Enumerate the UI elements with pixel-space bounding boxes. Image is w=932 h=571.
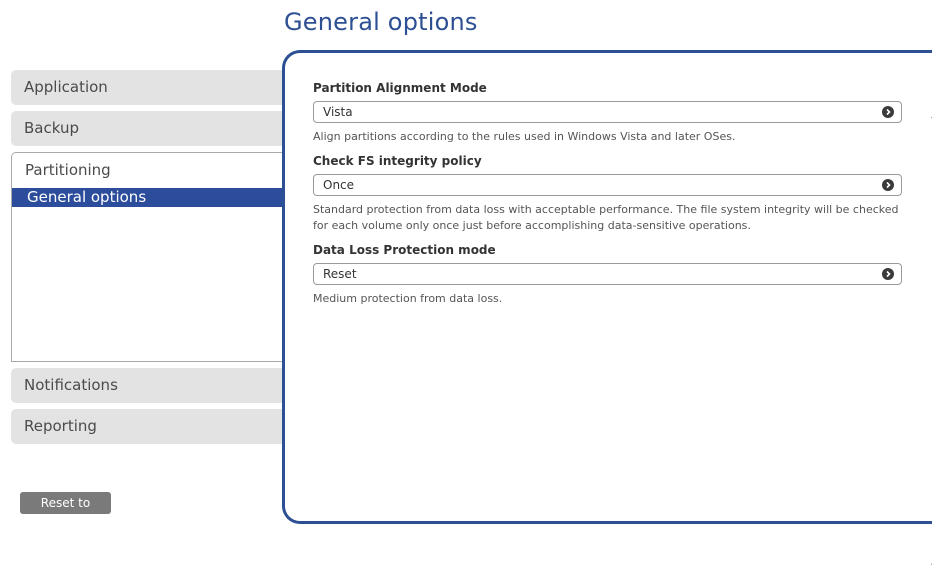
sidebar-item-notifications[interactable]: Notifications bbox=[11, 368, 283, 403]
page-title: General options bbox=[284, 8, 478, 36]
sidebar-subitem-general-options[interactable]: General options bbox=[12, 188, 283, 207]
fs-integrity-value: Once bbox=[323, 178, 355, 192]
data-loss-protection-select[interactable]: Reset bbox=[313, 263, 902, 285]
chevron-right-circle-icon bbox=[882, 106, 894, 118]
partition-alignment-description: Align partitions according to the rules … bbox=[313, 130, 736, 143]
options-form: Partition Alignment Mode Vista Align par… bbox=[313, 81, 902, 316]
sidebar-item-application[interactable]: Application bbox=[11, 70, 283, 105]
chevron-right-circle-icon bbox=[882, 268, 894, 280]
sidebar-group-partitioning: Partitioning General options bbox=[11, 152, 283, 362]
field-label-fs-integrity: Check FS integrity policy bbox=[313, 154, 482, 168]
field-label-partition-alignment: Partition Alignment Mode bbox=[313, 81, 487, 95]
sidebar-item-reporting[interactable]: Reporting bbox=[11, 409, 283, 444]
data-loss-protection-value: Reset bbox=[323, 267, 357, 281]
options-panel: Partition Alignment Mode Vista Align par… bbox=[282, 50, 932, 569]
sidebar: Application Backup Partitioning General … bbox=[11, 70, 283, 450]
sidebar-item-backup[interactable]: Backup bbox=[11, 111, 283, 146]
partition-alignment-select[interactable]: Vista bbox=[313, 101, 902, 123]
data-loss-protection-description: Medium protection from data loss. bbox=[313, 292, 503, 305]
chevron-right-circle-icon bbox=[882, 179, 894, 191]
fs-integrity-select[interactable]: Once bbox=[313, 174, 902, 196]
partition-alignment-value: Vista bbox=[323, 105, 353, 119]
panel-scrollbar[interactable]: ⌃ ⌄ bbox=[928, 115, 932, 571]
fs-integrity-description: Standard protection from data loss with … bbox=[313, 203, 899, 232]
sidebar-item-partitioning[interactable]: Partitioning bbox=[12, 153, 283, 188]
reset-to-default-button[interactable]: Reset to default bbox=[20, 492, 111, 532]
field-label-data-loss-protection: Data Loss Protection mode bbox=[313, 243, 496, 257]
